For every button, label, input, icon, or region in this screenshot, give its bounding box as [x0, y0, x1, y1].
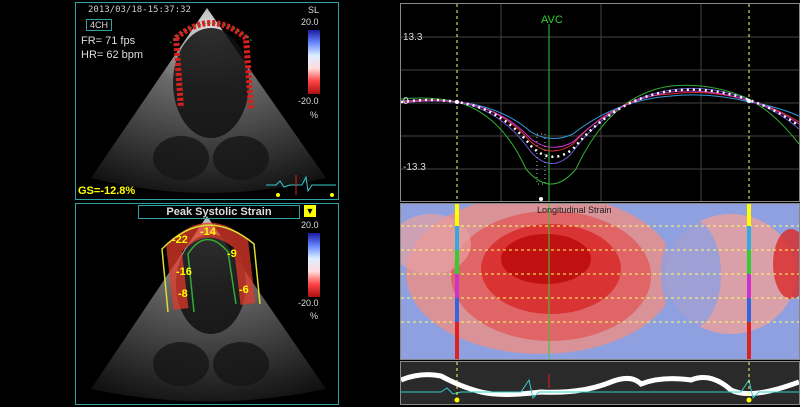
- echo-panel-top: 2013/03/18-15:37:32 4CH FR= 71 fps HR= 6…: [75, 2, 339, 200]
- color-scale-bar: [308, 30, 320, 94]
- scale-max: 20.0: [301, 17, 319, 27]
- y-axis-zero-label: 0: [403, 96, 409, 107]
- scale-max-bottom: 20.0: [301, 220, 319, 230]
- ecg-trace-top: [266, 175, 336, 197]
- timestamp: 2013/03/18-15:37:32: [88, 5, 191, 15]
- echo-panel-bottom: Peak Systolic Strain ▼ -14 -22 -9 -16 -6…: [75, 203, 339, 405]
- global-strain: GS=-12.8%: [78, 185, 136, 197]
- strain-map-image: [401, 204, 799, 359]
- scale-unit: %: [310, 110, 319, 120]
- dropdown-arrow-icon[interactable]: ▼: [304, 205, 316, 217]
- frame-rate: FR= 71 fps: [81, 35, 136, 47]
- scale-mode: SL: [308, 5, 320, 15]
- strain-curve-chart: [401, 4, 799, 201]
- strain-curve-panel: AVC 13.3 0 -13.3: [400, 3, 800, 202]
- scale-unit-bottom: %: [310, 311, 319, 321]
- view-tag: 4CH: [86, 19, 113, 31]
- segment-value-apical-lateral: -22: [172, 234, 188, 246]
- color-scale-bar-bottom: [308, 233, 320, 297]
- y-axis-bottom-label: -13.3: [403, 162, 426, 173]
- ecg-strip: [401, 362, 799, 404]
- ecg-strip-panel: [400, 361, 800, 405]
- map-title: Longitudinal Strain: [537, 205, 612, 215]
- scale-min: -20.0: [298, 96, 319, 106]
- segment-value-mid-septal: -16: [176, 266, 192, 278]
- peak-strain-title: Peak Systolic Strain: [138, 205, 300, 219]
- segment-value-mid-lateral: -9: [227, 248, 237, 260]
- y-axis-top-label: 13.3: [403, 32, 423, 43]
- segment-value-apical-septal: -14: [200, 226, 216, 238]
- heart-rate: HR= 62 bpm: [81, 49, 144, 61]
- avc-label: AVC: [541, 14, 563, 26]
- segment-value-basal-lateral: -6: [239, 284, 249, 296]
- strain-map-panel: Longitudinal Strain: [400, 203, 800, 360]
- scale-min-bottom: -20.0: [298, 298, 319, 308]
- segment-value-basal-septal: -8: [178, 288, 188, 300]
